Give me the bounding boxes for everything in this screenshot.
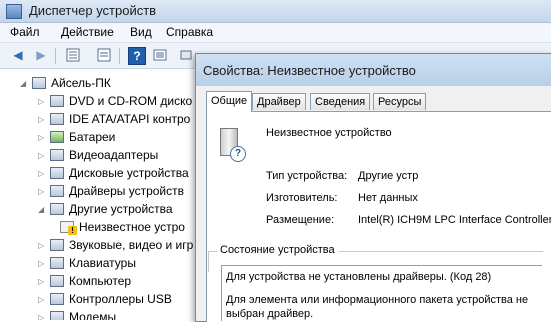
tree-item-label: Батареи (69, 130, 116, 144)
tree-item[interactable]: ▷ Компьютер (38, 272, 131, 290)
disk-drive-icon (50, 167, 64, 179)
back-icon[interactable]: ◀ (10, 47, 26, 63)
main-titlebar: Диспетчер устройств (0, 0, 551, 23)
forward-icon[interactable]: ▶ (33, 47, 49, 63)
menu-help[interactable]: Справка (166, 25, 213, 39)
help-icon[interactable]: ? (128, 47, 146, 65)
status-line: Для устройства не установлены драйверы. … (226, 271, 492, 283)
dialog-title: Свойства: Неизвестное устройство (203, 63, 416, 78)
menu-action[interactable]: Действие (61, 25, 114, 39)
scan-icon[interactable] (178, 47, 194, 63)
tree-item-label: DVD и CD-ROM диско (69, 94, 193, 108)
device-tree: ◢ Айсель-ПК ▷ DVD и CD-ROM диско ▷ IDE A… (0, 69, 195, 320)
tree-item[interactable]: ▷ Драйверы устройств (38, 182, 184, 200)
tree-item-label: Контроллеры USB (69, 292, 172, 306)
computer-icon (32, 77, 46, 89)
menu-view[interactable]: Вид (130, 25, 152, 39)
warning-icon (60, 221, 77, 235)
tree-item[interactable]: ▷ Видеоадаптеры (38, 146, 158, 164)
tree-item-label: Модемы (69, 310, 117, 320)
expand-icon[interactable]: ▷ (38, 133, 46, 142)
collapse-icon[interactable]: ◢ (38, 205, 46, 214)
location-value: Intel(R) ICH9M LPC Interface Controller … (358, 214, 551, 226)
manufacturer-value: Нет данных (358, 192, 418, 204)
menu-bar: Файл Действие Вид Справка (0, 23, 551, 43)
tree-item[interactable]: ▷ Батареи (38, 128, 115, 146)
expand-icon[interactable]: ▷ (38, 169, 46, 178)
battery-icon (50, 131, 64, 143)
properties-dialog: Свойства: Неизвестное устройство Общие Д… (195, 53, 551, 322)
sound-icon (50, 239, 64, 251)
tree-item-label: Драйверы устройств (69, 184, 185, 198)
tree-item[interactable]: ▷ DVD и CD-ROM диско (38, 92, 192, 110)
usb-icon (50, 293, 64, 305)
tab-general[interactable]: Общие (206, 91, 253, 112)
expand-icon[interactable]: ▷ (38, 241, 46, 250)
device-name: Неизвестное устройство (266, 127, 392, 139)
properties-icon[interactable] (96, 47, 112, 63)
expand-icon[interactable]: ▷ (38, 97, 46, 106)
other-devices-icon (50, 203, 64, 215)
tree-item-unknown-device[interactable]: Неизвестное устро (60, 218, 185, 236)
modem-icon (50, 311, 64, 320)
tree-item-label: Неизвестное устро (79, 220, 185, 234)
manufacturer-label: Изготовитель: (266, 192, 338, 204)
tree-item-label: Звуковые, видео и игр (69, 238, 194, 252)
expand-icon[interactable]: ▷ (38, 151, 46, 160)
computer-icon (50, 275, 64, 287)
tree-item[interactable]: ▷ IDE ATA/ATAPI контро (38, 110, 190, 128)
toolbar-separator (55, 48, 56, 64)
collapse-icon[interactable]: ◢ (20, 79, 28, 88)
tree-item[interactable]: ▷ Дисковые устройства (38, 164, 189, 182)
dvd-drive-icon (50, 95, 64, 107)
expand-icon[interactable]: ▷ (38, 115, 46, 124)
location-label: Размещение: (266, 214, 335, 226)
device-driver-icon (50, 185, 64, 197)
device-status-label: Состояние устройства (217, 244, 338, 256)
device-status-text[interactable]: Для устройства не установлены драйверы. … (221, 265, 542, 321)
tree-item[interactable]: ▷ Модемы (38, 308, 116, 320)
dialog-titlebar[interactable]: Свойства: Неизвестное устройство (196, 54, 551, 86)
tree-item[interactable]: ◢ Другие устройства (38, 200, 173, 218)
tree-item-label: IDE ATA/ATAPI контро (69, 112, 191, 126)
tree-item[interactable]: ▷ Звуковые, видео и игр (38, 236, 193, 254)
view-icon[interactable] (152, 47, 168, 63)
tree-item-label: Клавиатуры (69, 256, 136, 270)
device-type-label: Тип устройства: (266, 170, 348, 182)
display-adapter-icon (50, 149, 64, 161)
tree-item-label: Другие устройства (69, 202, 173, 216)
unknown-device-icon: ? (220, 128, 246, 162)
expand-icon[interactable]: ▷ (38, 259, 46, 268)
expand-icon[interactable]: ▷ (38, 295, 46, 304)
tree-item-label: Дисковые устройства (69, 166, 189, 180)
status-line: Для элемента или информационного пакета … (226, 294, 529, 320)
keyboard-icon (50, 257, 64, 269)
tree-root-label: Айсель-ПК (51, 76, 111, 90)
tab-details[interactable]: Сведения (310, 93, 371, 110)
device-type-value: Другие устр (358, 170, 419, 182)
tree-item-label: Видеоадаптеры (69, 148, 159, 162)
tab-resources[interactable]: Ресурсы (373, 93, 427, 110)
menu-file[interactable]: Файл (10, 25, 40, 39)
window-title: Диспетчер устройств (29, 3, 157, 18)
expand-icon[interactable]: ▷ (38, 187, 46, 196)
tab-driver[interactable]: Драйвер (252, 93, 306, 110)
expand-icon[interactable]: ▷ (38, 277, 46, 286)
tree-item[interactable]: ▷ Контроллеры USB (38, 290, 172, 308)
tree-item[interactable]: ▷ Клавиатуры (38, 254, 136, 272)
ide-controller-icon (50, 113, 64, 125)
expand-icon[interactable]: ▷ (38, 313, 46, 321)
tree-icon[interactable] (65, 47, 81, 63)
tree-root[interactable]: ◢ Айсель-ПК (20, 74, 111, 92)
tree-item-label: Компьютер (69, 274, 132, 288)
device-manager-icon (6, 4, 22, 19)
toolbar-separator (119, 48, 120, 64)
